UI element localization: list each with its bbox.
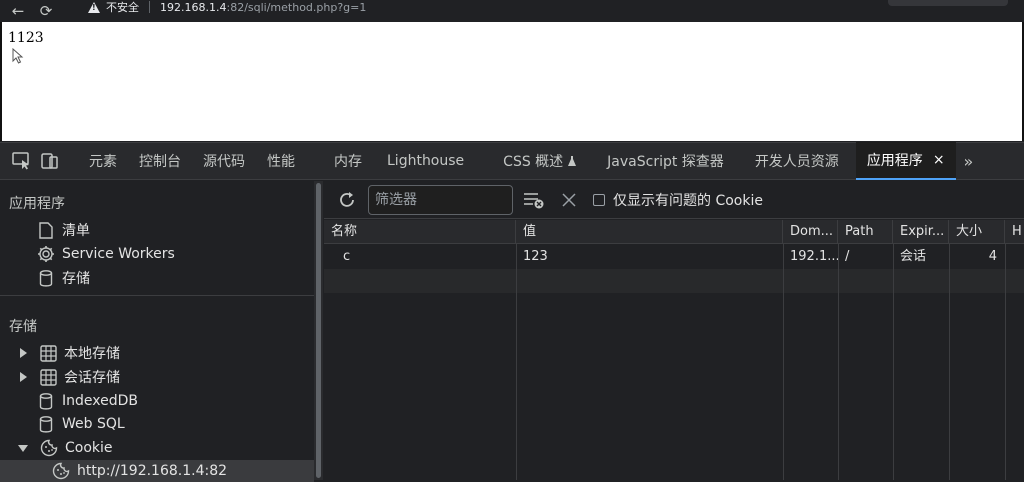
web-page: 1123: [0, 22, 1024, 141]
tab-js-profiler[interactable]: JavaScript 探查器: [587, 142, 735, 180]
cookies-table: 名称 值 Dom... Path Expir... 大小 H c 123 192…: [324, 220, 1024, 480]
table-header: 名称 值 Dom... Path Expir... 大小 H: [324, 220, 1024, 244]
cookie-icon: [52, 462, 70, 480]
database-icon: [37, 392, 55, 410]
expand-arrow-icon[interactable]: [20, 372, 27, 382]
cookie-icon: [40, 439, 58, 457]
sidebar-item-web-sql[interactable]: Web SQL: [37, 413, 125, 435]
sidebar-section-storage: 存储: [9, 319, 37, 335]
column-header-httponly[interactable]: H: [1005, 220, 1024, 244]
warning-icon: [88, 1, 100, 13]
sidebar-section-application: 应用程序: [9, 196, 65, 212]
tab-application[interactable]: 应用程序 ×: [855, 142, 956, 180]
page-body-text: 1123: [8, 30, 44, 46]
column-header-expires[interactable]: Expir...: [893, 220, 949, 244]
tab-performance[interactable]: 性能: [256, 142, 306, 180]
column-divider: [949, 244, 950, 480]
cell-name: c: [343, 249, 351, 264]
tab-css-overview[interactable]: CSS 概述: [475, 142, 587, 180]
sidebar-item-label: 会话存储: [64, 370, 120, 386]
tab-elements[interactable]: 元素: [78, 142, 128, 180]
cookies-toolbar: 仅显示有问题的 Cookie: [324, 181, 1024, 219]
cell-domain: 192.1...: [790, 249, 838, 264]
table-row-empty: [324, 269, 1024, 293]
column-divider: [893, 244, 894, 480]
browser-toolbar: ← ⟳ 不安全 192.168.1.4 :82/sqli/method.php?…: [0, 0, 1024, 22]
clear-filtered-cookies-icon[interactable]: [523, 189, 545, 211]
collapse-arrow-icon[interactable]: [18, 444, 28, 452]
sidebar-item-label: IndexedDB: [62, 393, 138, 409]
column-divider: [516, 244, 517, 480]
sidebar-item-label: http://192.168.1.4:82: [77, 463, 228, 479]
tab-developer-resources[interactable]: 开发人员资源: [735, 142, 850, 180]
column-header-name[interactable]: 名称: [324, 220, 516, 244]
only-issues-label: 仅显示有问题的 Cookie: [613, 192, 763, 209]
column-header-domain[interactable]: Dom...: [783, 220, 838, 244]
address-bar[interactable]: 不安全 192.168.1.4 :82/sqli/method.php?g=1: [88, 0, 366, 14]
sidebar-item-label: Service Workers: [62, 246, 175, 262]
column-divider: [1005, 244, 1006, 480]
column-header-size[interactable]: 大小: [949, 220, 1005, 244]
cookies-panel: 仅显示有问题的 Cookie 名称 值 Dom... Path Expir...…: [324, 181, 1024, 480]
database-icon: [37, 415, 55, 433]
toolbar-extension-area: [888, 0, 1008, 6]
flask-icon: [568, 156, 577, 166]
sidebar-item-service-workers[interactable]: Service Workers: [37, 243, 175, 265]
grid-icon: [39, 344, 57, 362]
tab-application-label: 应用程序: [866, 153, 923, 169]
sidebar-scrollbar[interactable]: [314, 181, 323, 480]
sidebar-item-label: Cookie: [65, 440, 113, 456]
sidebar-item-label: 存储: [62, 271, 90, 287]
column-header-path[interactable]: Path: [838, 220, 893, 244]
sidebar-item-session-storage[interactable]: 会话存储: [20, 366, 120, 388]
back-icon[interactable]: ←: [8, 1, 28, 21]
url-path: :82/sqli/method.php?g=1: [226, 0, 367, 14]
sidebar-item-indexeddb[interactable]: IndexedDB: [37, 390, 138, 412]
column-divider: [783, 244, 784, 480]
database-icon: [37, 269, 55, 287]
sidebar-item-label: 本地存储: [64, 346, 120, 362]
gear-icon: [37, 245, 55, 263]
devtools-tab-bar: 元素 控制台 源代码 性能 内存 Lighthouse CSS 概述 JavaS…: [0, 142, 1024, 180]
device-toolbar-icon[interactable]: [38, 149, 62, 173]
only-issues-checkbox[interactable]: [593, 193, 605, 206]
tab-memory[interactable]: 内存: [306, 142, 373, 180]
sidebar-item-storage[interactable]: 存储: [37, 267, 90, 289]
sidebar-item-local-storage[interactable]: 本地存储: [20, 342, 120, 364]
address-separator: [149, 1, 150, 13]
sidebar-item-cookie-origin[interactable]: http://192.168.1.4:82: [0, 460, 314, 482]
sidebar-item-cookie[interactable]: Cookie: [18, 437, 113, 459]
sidebar-scrollbar-thumb[interactable]: [316, 183, 321, 478]
tab-css-overview-label: CSS 概述: [503, 154, 564, 170]
sidebar-item-label: 清单: [62, 223, 90, 239]
cell-value: 123: [523, 249, 548, 264]
grid-icon: [39, 368, 57, 386]
clear-all-icon[interactable]: [559, 190, 579, 210]
tab-lighthouse[interactable]: Lighthouse: [373, 142, 475, 180]
expand-arrow-icon[interactable]: [20, 348, 27, 358]
tab-console[interactable]: 控制台: [128, 142, 192, 180]
file-icon: [37, 221, 55, 239]
cell-path: /: [845, 249, 850, 264]
sidebar-item-manifest[interactable]: 清单: [37, 219, 90, 241]
reload-icon[interactable]: ⟳: [36, 1, 56, 21]
mouse-cursor-icon: [12, 48, 24, 64]
refresh-icon[interactable]: [336, 189, 358, 211]
application-sidebar: 应用程序 清单 Service Workers 存储 存储 本地存储 会话存储 …: [0, 181, 314, 482]
tab-sources[interactable]: 源代码: [192, 142, 256, 180]
insecure-label: 不安全: [106, 1, 139, 14]
cell-size: 4: [988, 249, 997, 264]
close-tab-icon[interactable]: ×: [933, 152, 945, 168]
inspect-element-icon[interactable]: [10, 149, 34, 173]
more-tabs-icon[interactable]: »: [964, 152, 974, 171]
column-header-value[interactable]: 值: [516, 220, 783, 244]
sidebar-divider: [0, 295, 314, 296]
url-host: 192.168.1.4: [160, 0, 227, 14]
column-divider: [838, 244, 839, 480]
filter-input[interactable]: [368, 184, 513, 215]
sidebar-item-label: Web SQL: [62, 416, 125, 432]
cell-expires: 会话: [900, 249, 927, 264]
table-row[interactable]: c 123 192.1... / 会话 4: [324, 245, 1024, 269]
